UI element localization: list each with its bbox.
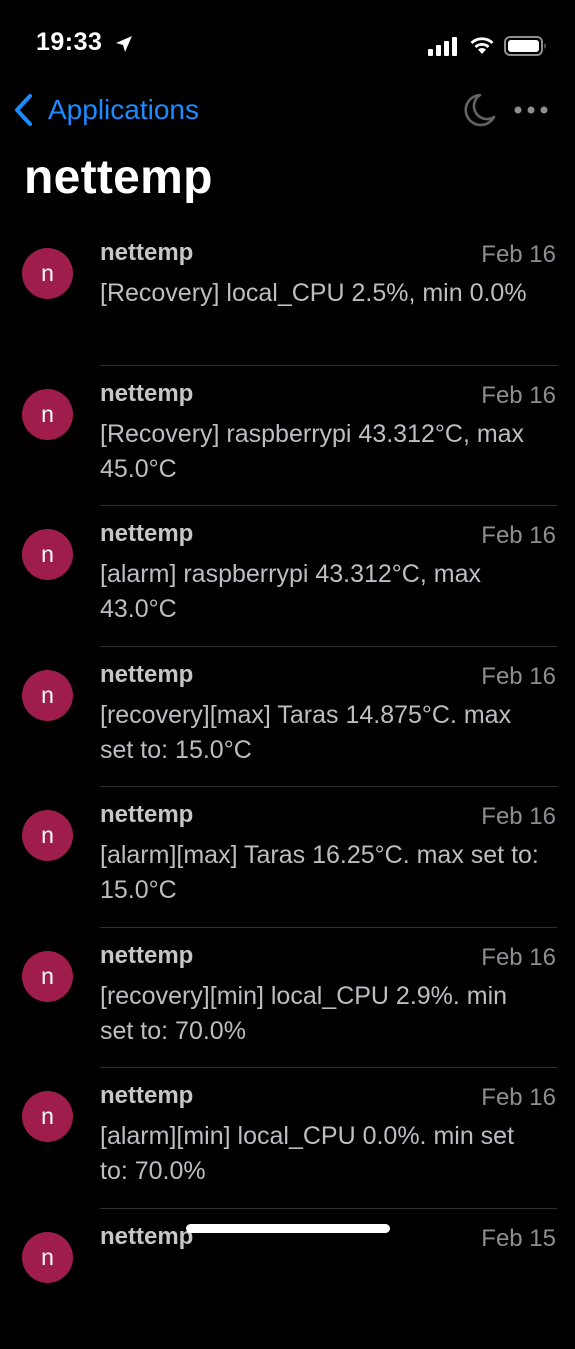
- message-list: n nettemp Feb 16 [Recovery] local_CPU 2.…: [0, 225, 575, 1349]
- message-date: Feb 16: [481, 803, 556, 831]
- status-bar: 19:33: [0, 0, 575, 90]
- message-date: Feb 16: [481, 382, 556, 410]
- message-row[interactable]: n nettemp Feb 16 [Recovery] raspberrypi …: [0, 366, 575, 507]
- more-options-icon[interactable]: [512, 96, 552, 124]
- message-body: [recovery][min] local_CPU 2.9%. min set …: [100, 979, 540, 1049]
- home-indicator[interactable]: [186, 1224, 390, 1233]
- message-date: Feb 16: [481, 663, 556, 691]
- message-row[interactable]: n nettemp Feb 16 [alarm][min] local_CPU …: [0, 1068, 575, 1209]
- message-body: [Recovery] local_CPU 2.5%, min 0.0%: [100, 276, 540, 311]
- message-title: nettemp: [100, 380, 193, 408]
- message-row[interactable]: n nettemp Feb 16 [alarm][max] Taras 16.2…: [0, 787, 575, 928]
- avatar: n: [22, 810, 73, 861]
- message-row[interactable]: n nettemp Feb 16 [recovery][min] local_C…: [0, 928, 575, 1069]
- message-title: nettemp: [100, 1082, 193, 1110]
- avatar: n: [22, 389, 73, 440]
- message-title: nettemp: [100, 661, 193, 689]
- message-date: Feb 15: [481, 1225, 556, 1253]
- moon-icon[interactable]: [458, 90, 498, 130]
- wifi-icon: [468, 33, 496, 55]
- back-button-label: Applications: [48, 94, 199, 126]
- cellular-signal-icon: [428, 36, 460, 56]
- message-row[interactable]: n nettemp Feb 16 [recovery][max] Taras 1…: [0, 647, 575, 788]
- chevron-left-icon: [12, 92, 36, 128]
- avatar: n: [22, 248, 73, 299]
- message-body: [alarm][max] Taras 16.25°C. max set to: …: [100, 838, 540, 908]
- avatar: n: [22, 1091, 73, 1142]
- message-date: Feb 16: [481, 1084, 556, 1112]
- message-body: [alarm] raspberrypi 43.312°C, max 43.0°C: [100, 557, 540, 627]
- page-title: nettemp: [24, 150, 213, 205]
- avatar: n: [22, 1232, 73, 1283]
- message-body: [alarm][min] local_CPU 0.0%. min set to:…: [100, 1119, 540, 1189]
- message-row[interactable]: n nettemp Feb 16 [alarm] raspberrypi 43.…: [0, 506, 575, 647]
- battery-icon: [504, 35, 548, 57]
- back-button[interactable]: Applications: [12, 88, 199, 132]
- message-date: Feb 16: [481, 944, 556, 972]
- message-title: nettemp: [100, 1223, 193, 1251]
- status-time: 19:33: [36, 28, 102, 57]
- avatar: n: [22, 951, 73, 1002]
- message-row[interactable]: n nettemp Feb 16 [Recovery] local_CPU 2.…: [0, 225, 575, 366]
- message-date: Feb 16: [481, 522, 556, 550]
- message-title: nettemp: [100, 942, 193, 970]
- message-title: nettemp: [100, 520, 193, 548]
- message-body: [Recovery] raspberrypi 43.312°C, max 45.…: [100, 417, 540, 487]
- message-body: [recovery][max] Taras 14.875°C. max set …: [100, 698, 540, 768]
- message-title: nettemp: [100, 239, 193, 267]
- avatar: n: [22, 670, 73, 721]
- message-title: nettemp: [100, 801, 193, 829]
- avatar: n: [22, 529, 73, 580]
- location-arrow-icon: [114, 34, 134, 54]
- message-date: Feb 16: [481, 241, 556, 269]
